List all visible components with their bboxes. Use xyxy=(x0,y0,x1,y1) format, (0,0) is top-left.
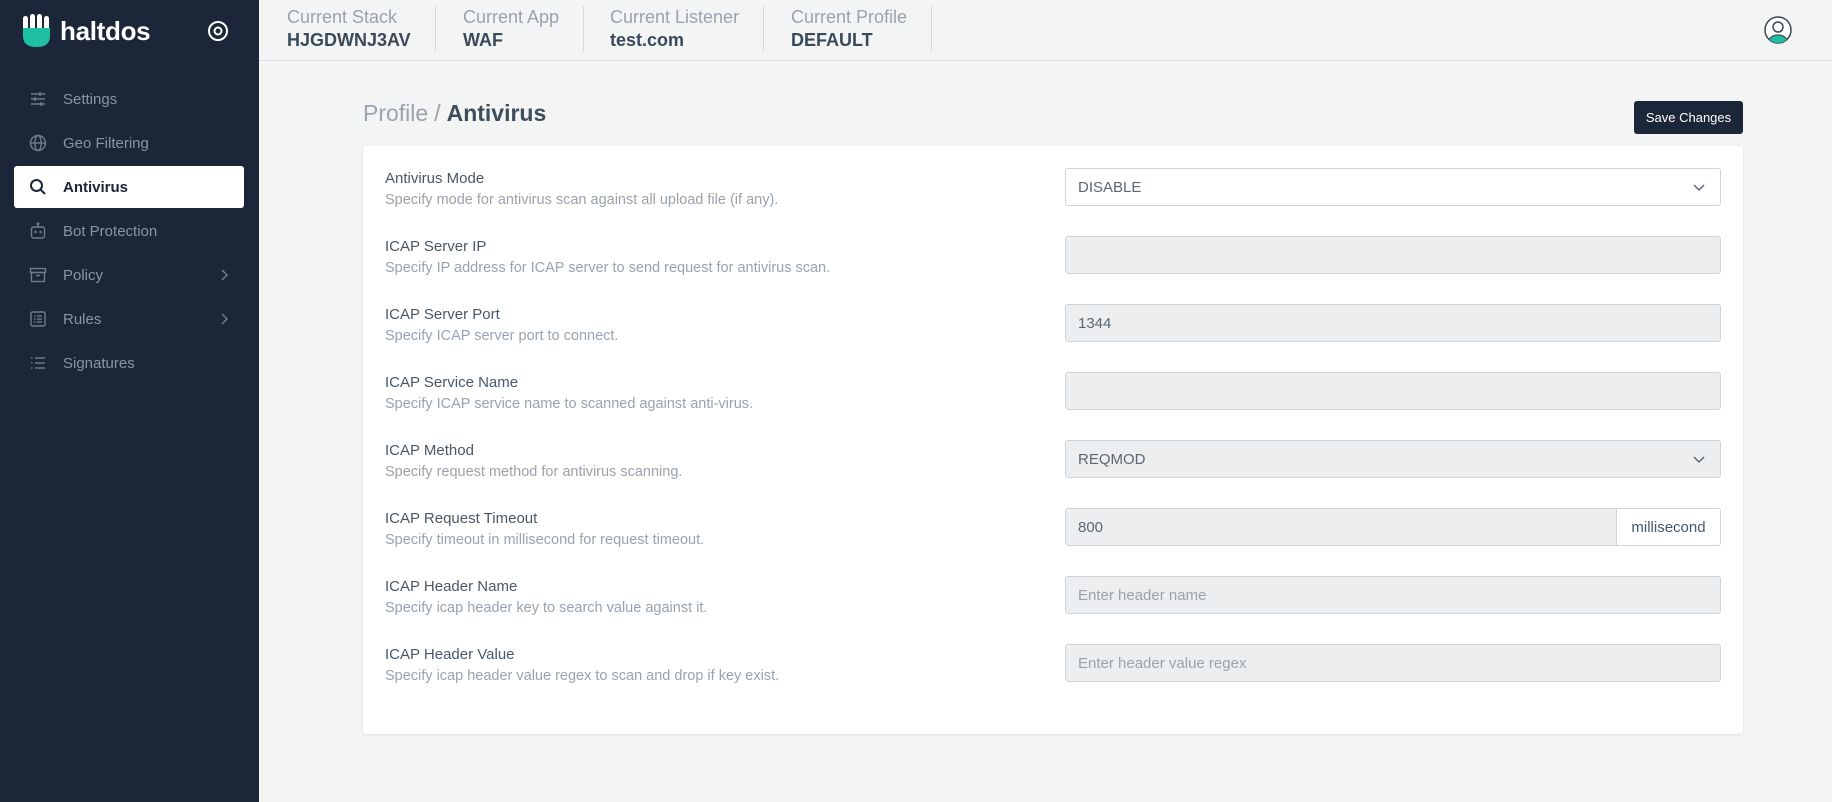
field-icap-server-ip: ICAP Server IP Specify IP address for IC… xyxy=(363,236,1743,296)
icap-server-ip-field[interactable] xyxy=(1065,236,1721,274)
field-label: ICAP Server IP xyxy=(385,238,487,255)
sidebar-item-label: Bot Protection xyxy=(63,222,158,240)
icap-server-port-input[interactable] xyxy=(1078,314,1708,332)
icap-header-value-field[interactable] xyxy=(1065,644,1721,682)
sliders-icon xyxy=(29,90,47,108)
search-icon xyxy=(29,178,47,196)
current-app-selector[interactable]: Current App WAF xyxy=(435,6,585,52)
chevron-down-icon xyxy=(1693,456,1705,464)
sidebar-item-geo-filtering[interactable]: Geo Filtering xyxy=(14,122,244,164)
timeout-unit-addon: millisecond xyxy=(1617,508,1721,546)
context-label: Current Profile xyxy=(791,7,908,27)
field-icap-request-timeout: ICAP Request Timeout Specify timeout in … xyxy=(363,508,1743,568)
context-value: DEFAULT xyxy=(791,30,873,50)
field-label: Antivirus Mode xyxy=(385,170,485,187)
field-label: ICAP Service Name xyxy=(385,374,519,391)
icap-request-timeout-field[interactable] xyxy=(1065,508,1617,546)
icap-header-name-input[interactable] xyxy=(1078,586,1708,604)
field-label: ICAP Request Timeout xyxy=(385,510,538,527)
icap-header-value-input[interactable] xyxy=(1078,654,1708,672)
archive-icon xyxy=(29,266,47,284)
top-bar: Current Stack HJGDWNJ3AV Current App WAF… xyxy=(259,0,1832,61)
sidebar-item-settings[interactable]: Settings xyxy=(14,78,244,120)
sidebar: haltdos Settings Geo Filtering Antivirus xyxy=(0,0,259,802)
field-label: ICAP Header Name xyxy=(385,578,518,595)
field-help: Specify icap header value regex to scan … xyxy=(385,668,780,684)
chevron-down-icon xyxy=(1693,184,1705,192)
select-value: DISABLE xyxy=(1078,178,1142,196)
user-avatar-icon[interactable] xyxy=(1764,16,1792,44)
field-label: ICAP Method xyxy=(385,442,474,459)
antivirus-mode-select[interactable]: DISABLE xyxy=(1065,168,1721,206)
context-value: HJGDWNJ3AV xyxy=(287,30,411,50)
brand-name: haltdos xyxy=(60,15,151,46)
save-changes-button[interactable]: Save Changes xyxy=(1634,101,1743,134)
sidebar-item-signatures[interactable]: Signatures xyxy=(14,342,244,384)
breadcrumb-parent[interactable]: Profile xyxy=(363,100,428,126)
sidebar-toggle-icon[interactable] xyxy=(206,19,230,43)
field-label: ICAP Server Port xyxy=(385,306,500,323)
sidebar-item-bot-protection[interactable]: Bot Protection xyxy=(14,210,244,252)
field-help: Specify mode for antivirus scan against … xyxy=(385,192,779,208)
icap-service-name-input[interactable] xyxy=(1078,382,1708,400)
field-label: ICAP Header Value xyxy=(385,646,515,663)
current-profile-selector[interactable]: Current Profile DEFAULT xyxy=(763,6,933,52)
breadcrumb: Profile / Antivirus xyxy=(363,98,546,128)
context-value: test.com xyxy=(610,30,685,50)
field-help: Specify timeout in millisecond for reque… xyxy=(385,532,705,548)
field-icap-method: ICAP Method Specify request method for a… xyxy=(363,440,1743,500)
current-stack-selector[interactable]: Current Stack HJGDWNJ3AV xyxy=(259,6,436,52)
field-icap-service-name: ICAP Service Name Specify ICAP service n… xyxy=(363,372,1743,432)
breadcrumb-separator: / xyxy=(434,100,441,126)
robot-icon xyxy=(29,222,47,240)
sidebar-item-label: Antivirus xyxy=(63,178,129,196)
icap-request-timeout-input[interactable] xyxy=(1078,518,1604,536)
chevron-right-icon xyxy=(221,313,229,325)
antivirus-settings-card: Antivirus Mode Specify mode for antiviru… xyxy=(363,146,1743,734)
list-box-icon xyxy=(29,310,47,328)
field-icap-header-name: ICAP Header Name Specify icap header key… xyxy=(363,576,1743,636)
field-antivirus-mode: Antivirus Mode Specify mode for antiviru… xyxy=(363,168,1743,228)
sidebar-item-policy[interactable]: Policy xyxy=(14,254,244,296)
icap-header-name-field[interactable] xyxy=(1065,576,1721,614)
field-help: Specify icap header key to search value … xyxy=(385,600,708,616)
field-icap-server-port: ICAP Server Port Specify ICAP server por… xyxy=(363,304,1743,364)
page-title: Antivirus xyxy=(446,100,547,126)
sidebar-item-antivirus[interactable]: Antivirus xyxy=(14,166,244,208)
sidebar-nav: Settings Geo Filtering Antivirus Bot Pro… xyxy=(14,78,244,386)
haltdos-logo-icon xyxy=(23,14,50,47)
field-icap-header-value: ICAP Header Value Specify icap header va… xyxy=(363,644,1743,704)
icap-server-ip-input[interactable] xyxy=(1078,246,1708,264)
context-label: Current App xyxy=(463,7,560,27)
sidebar-item-label: Signatures xyxy=(63,354,135,372)
field-help: Specify ICAP server port to connect. xyxy=(385,328,619,344)
context-value: WAF xyxy=(463,30,503,50)
sidebar-item-rules[interactable]: Rules xyxy=(14,298,244,340)
context-label: Current Stack xyxy=(287,7,398,27)
icap-method-select[interactable]: REQMOD xyxy=(1065,440,1721,478)
icap-server-port-field[interactable] xyxy=(1065,304,1721,342)
chevron-right-icon xyxy=(221,269,229,281)
icap-service-name-field[interactable] xyxy=(1065,372,1721,410)
sidebar-item-label: Rules xyxy=(63,310,102,328)
current-listener-selector[interactable]: Current Listener test.com xyxy=(582,6,765,52)
globe-icon xyxy=(29,134,47,152)
field-help: Specify IP address for ICAP server to se… xyxy=(385,260,831,276)
field-help: Specify ICAP service name to scanned aga… xyxy=(385,396,754,412)
field-help: Specify request method for antivirus sca… xyxy=(385,464,683,480)
context-label: Current Listener xyxy=(610,7,740,27)
sidebar-item-label: Settings xyxy=(63,90,118,108)
sidebar-item-label: Geo Filtering xyxy=(63,134,149,152)
brand[interactable]: haltdos xyxy=(22,14,151,48)
list-icon xyxy=(29,354,47,372)
sidebar-item-label: Policy xyxy=(63,266,104,284)
select-value: REQMOD xyxy=(1078,450,1146,468)
